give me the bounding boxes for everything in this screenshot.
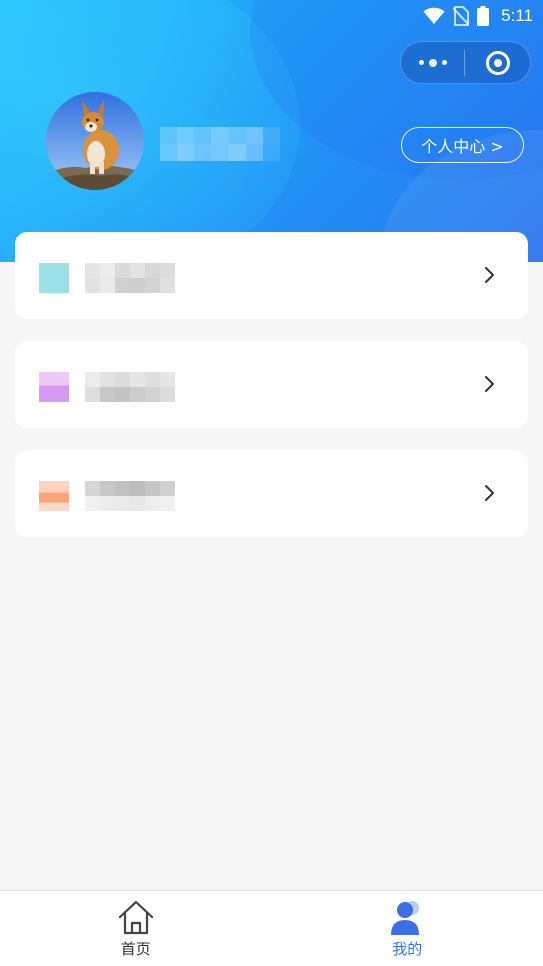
menu-item-icon (39, 481, 69, 511)
bottom-tab-bar: 首页 我的 (0, 890, 543, 966)
more-dots-icon[interactable] (401, 42, 464, 83)
personal-center-button[interactable]: 个人中心 > (401, 127, 524, 163)
menu-item-2[interactable] (15, 341, 528, 428)
menu-item-label-redacted (85, 372, 175, 402)
tab-home[interactable]: 首页 (0, 891, 272, 966)
close-target-icon[interactable] (465, 42, 530, 83)
status-time: 5:11 (501, 6, 533, 25)
status-bar: 5:11 (423, 4, 533, 28)
menu-item-3[interactable] (15, 450, 528, 537)
profile-header: 5:11 个人中心 > (0, 0, 543, 262)
menu-item-label-redacted (85, 263, 175, 293)
home-icon (118, 900, 153, 935)
menu-item-icon (39, 372, 69, 402)
corgi-dog-photo (46, 92, 144, 190)
miniprogram-capsule (400, 41, 531, 84)
chevron-right-icon (485, 485, 494, 501)
chevron-right-icon (485, 376, 494, 392)
no-sim-icon (453, 6, 470, 26)
wifi-icon (423, 7, 445, 24)
tab-mine-label: 我的 (392, 940, 423, 958)
menu-item-label-redacted (85, 481, 175, 511)
username-redacted (160, 127, 280, 161)
tab-home-label: 首页 (120, 940, 151, 958)
avatar[interactable] (46, 92, 144, 190)
tab-mine[interactable]: 我的 (272, 891, 543, 966)
chevron-right-icon (485, 267, 494, 283)
menu-item-1[interactable] (15, 232, 528, 319)
user-icon (391, 901, 420, 935)
battery-icon (477, 6, 490, 26)
menu-item-icon (39, 263, 69, 293)
